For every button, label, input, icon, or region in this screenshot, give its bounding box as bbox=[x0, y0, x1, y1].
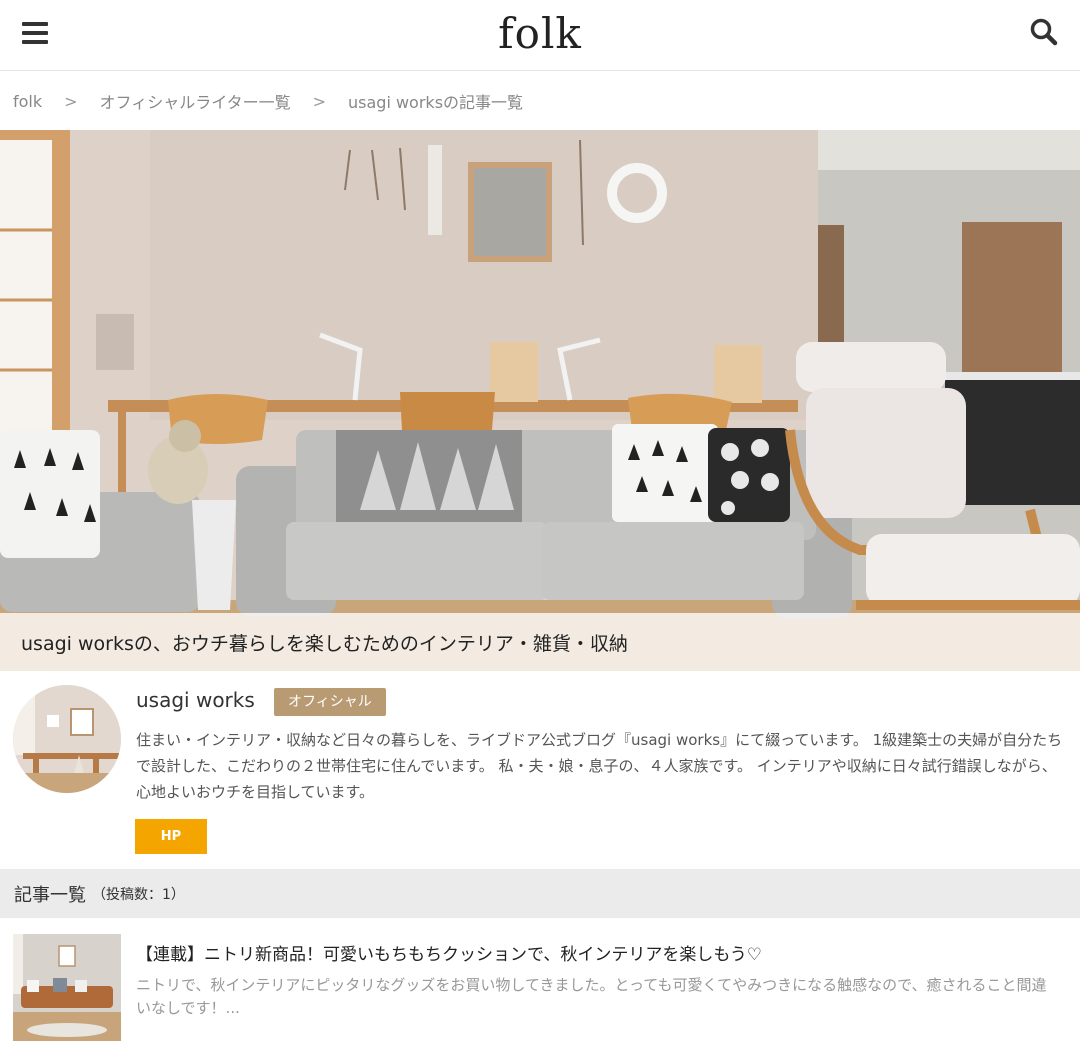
hero-banner: usagi worksの、おウチ暮らしを楽しむためのインテリア・雑貨・収納 bbox=[0, 130, 1080, 671]
breadcrumb-home[interactable]: folk bbox=[13, 92, 42, 111]
article-excerpt: ニトリで、秋インテリアにピッタリなグッズをお買い物してきました。とっても可愛くて… bbox=[136, 976, 1047, 1017]
breadcrumb-separator: > bbox=[64, 91, 78, 111]
writer-profile: usagi works オフィシャル 住まい・インテリア・収納など日々の暮らしを… bbox=[0, 671, 1080, 869]
writer-bio: 住まい・インテリア・収納など日々の暮らしを、ライブドア公式ブログ『usagi w… bbox=[136, 731, 1063, 801]
article-list-title: 記事一覧 bbox=[14, 884, 86, 906]
writer-name: usagi works bbox=[136, 688, 255, 712]
hp-button[interactable]: HP bbox=[135, 819, 207, 854]
breadcrumb-writer-list[interactable]: オフィシャルライター一覧 bbox=[100, 89, 291, 113]
site-header: folk bbox=[0, 0, 1080, 71]
site-logo[interactable]: folk bbox=[0, 9, 1080, 58]
post-count: （投稿数：1） bbox=[92, 886, 185, 903]
breadcrumb: folk > オフィシャルライター一覧 > usagi worksの記事一覧 bbox=[0, 72, 1080, 130]
hero-image bbox=[0, 130, 1080, 671]
breadcrumb-current: usagi worksの記事一覧 bbox=[348, 93, 524, 112]
breadcrumb-separator: > bbox=[312, 91, 326, 111]
hero-caption: usagi worksの、おウチ暮らしを楽しむためのインテリア・雑貨・収納 bbox=[0, 613, 1080, 671]
article-thumbnail[interactable] bbox=[13, 934, 121, 1041]
search-icon[interactable] bbox=[1028, 16, 1060, 48]
official-badge: オフィシャル bbox=[274, 688, 386, 716]
article-list-header: 記事一覧 （投稿数：1） bbox=[0, 869, 1080, 918]
article-title[interactable]: 【連載】ニトリ新商品！可愛いもちもちクッションで、秋インテリアを楽しもう♡ bbox=[136, 940, 762, 965]
article-item[interactable]: 【連載】ニトリ新商品！可愛いもちもちクッションで、秋インテリアを楽しもう♡ ニト… bbox=[0, 918, 1080, 1051]
writer-avatar bbox=[13, 685, 121, 793]
